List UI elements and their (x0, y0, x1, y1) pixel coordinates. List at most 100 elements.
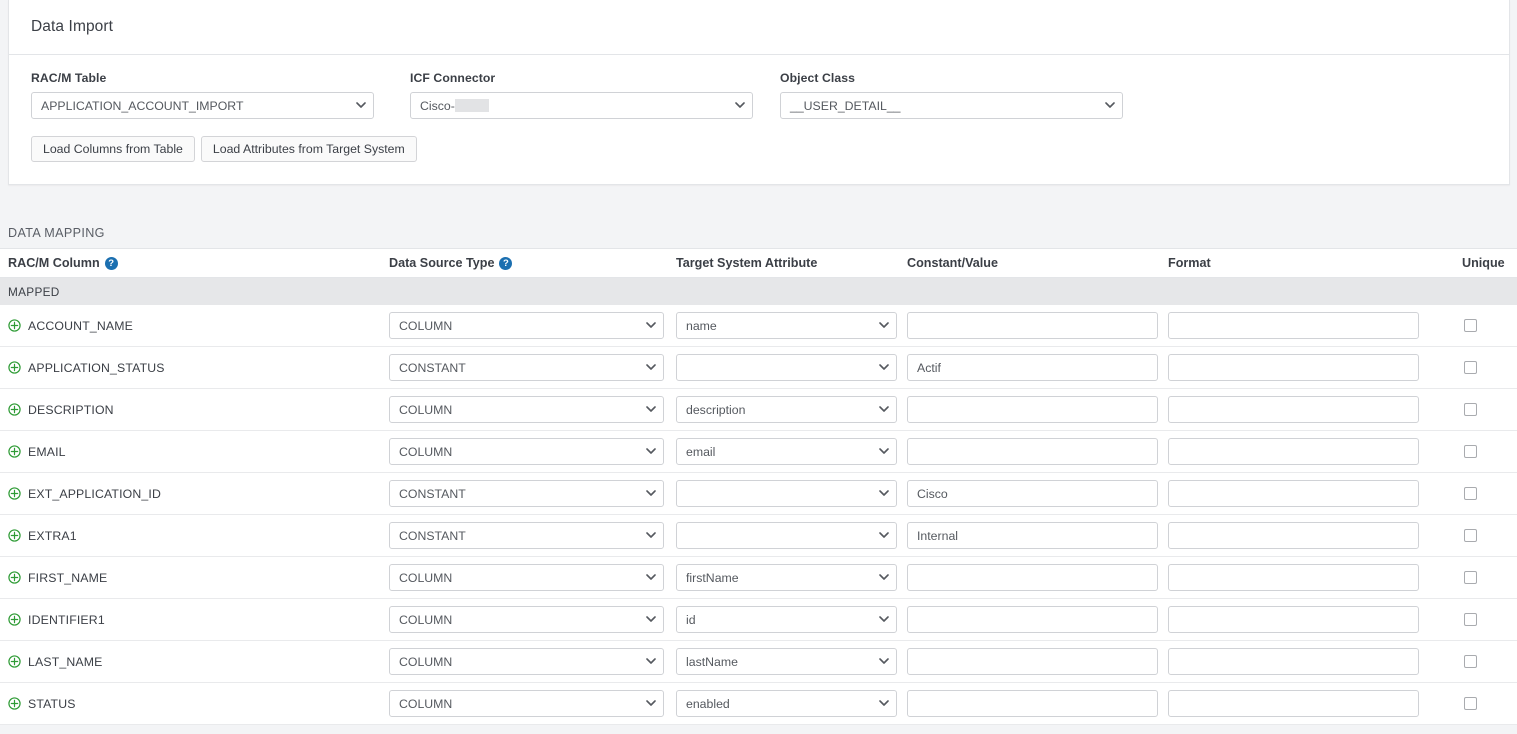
target-system-attribute-select[interactable]: lastName (676, 648, 897, 675)
help-icon[interactable]: ? (499, 256, 513, 270)
racm-column-name: EMAIL (28, 444, 66, 459)
add-row-icon[interactable] (8, 445, 21, 458)
format-input[interactable] (1168, 312, 1419, 339)
data-source-type-select[interactable]: COLUMN (389, 606, 664, 633)
data-source-type-select[interactable]: COLUMN (389, 690, 664, 717)
unique-checkbox[interactable] (1464, 697, 1477, 710)
table-row: EXTRA1 CONSTANT Internal (0, 515, 1517, 557)
unique-checkbox[interactable] (1464, 655, 1477, 668)
constant-value-input[interactable] (907, 606, 1158, 633)
field-label-object-class: Object Class (780, 71, 856, 85)
racm-column-name: ACCOUNT_NAME (28, 318, 133, 333)
header-data-source-type: Data Source Type ? (379, 256, 668, 270)
add-row-icon[interactable] (8, 655, 21, 668)
chevron-down-icon (879, 362, 889, 371)
target-system-attribute-select[interactable]: id (676, 606, 897, 633)
racm-table-select[interactable]: APPLICATION_ACCOUNT_IMPORT (31, 92, 374, 119)
unique-checkbox[interactable] (1464, 571, 1477, 584)
field-racm-table: RAC/M Table APPLICATION_ACCOUNT_IMPORT (31, 71, 410, 119)
cell-target-system-attribute: lastName (668, 648, 903, 675)
load-columns-from-table-button[interactable]: Load Columns from Table (31, 136, 195, 162)
target-system-attribute-select[interactable] (676, 480, 897, 507)
constant-value-input[interactable] (907, 438, 1158, 465)
target-system-attribute-select[interactable]: firstName (676, 564, 897, 591)
add-row-icon[interactable] (8, 697, 21, 710)
data-source-type-select[interactable]: COLUMN (389, 648, 664, 675)
cell-data-source-type: COLUMN (379, 606, 668, 633)
cell-constant-value: Actif (903, 354, 1166, 381)
chevron-down-icon (646, 362, 656, 371)
constant-value-input[interactable]: Internal (907, 522, 1158, 549)
chevron-down-icon (646, 320, 656, 329)
unique-checkbox[interactable] (1464, 319, 1477, 332)
format-input[interactable] (1168, 564, 1419, 591)
unique-checkbox[interactable] (1464, 487, 1477, 500)
cell-racm-column: DESCRIPTION (0, 403, 379, 417)
target-system-attribute-select[interactable] (676, 522, 897, 549)
cell-unique (1432, 697, 1517, 710)
format-input[interactable] (1168, 522, 1419, 549)
data-source-type-select[interactable]: CONSTANT (389, 354, 664, 381)
cell-unique (1432, 613, 1517, 626)
constant-value-input[interactable] (907, 312, 1158, 339)
data-source-type-select[interactable]: COLUMN (389, 312, 664, 339)
target-system-attribute-select[interactable]: description (676, 396, 897, 423)
unique-checkbox[interactable] (1464, 445, 1477, 458)
target-system-attribute-select[interactable]: email (676, 438, 897, 465)
format-input[interactable] (1168, 648, 1419, 675)
chevron-down-icon (646, 488, 656, 497)
format-input[interactable] (1168, 480, 1419, 507)
target-system-attribute-select[interactable] (676, 354, 897, 381)
data-source-type-value: COLUMN (399, 612, 453, 627)
icf-connector-select[interactable]: Cisco- (410, 92, 753, 119)
action-button-row: Load Columns from Table Load Attributes … (31, 136, 1487, 162)
data-source-type-select[interactable]: COLUMN (389, 396, 664, 423)
cell-data-source-type: CONSTANT (379, 480, 668, 507)
table-row: DESCRIPTION COLUMN description (0, 389, 1517, 431)
table-row: APPLICATION_STATUS CONSTANT Actif (0, 347, 1517, 389)
racm-column-name: DESCRIPTION (28, 402, 114, 417)
unique-checkbox[interactable] (1464, 361, 1477, 374)
target-system-attribute-select[interactable]: enabled (676, 690, 897, 717)
add-row-icon[interactable] (8, 613, 21, 626)
icf-connector-select-value: Cisco- (420, 98, 455, 113)
constant-value-text: Internal (917, 528, 959, 543)
add-row-icon[interactable] (8, 361, 21, 374)
add-row-icon[interactable] (8, 571, 21, 584)
mapped-group-row: MAPPED (0, 278, 1517, 305)
format-input[interactable] (1168, 606, 1419, 633)
unique-checkbox[interactable] (1464, 403, 1477, 416)
data-source-type-select[interactable]: CONSTANT (389, 522, 664, 549)
constant-value-input[interactable]: Cisco (907, 480, 1158, 507)
format-input[interactable] (1168, 690, 1419, 717)
format-input[interactable] (1168, 396, 1419, 423)
cell-constant-value (903, 438, 1166, 465)
unique-checkbox[interactable] (1464, 613, 1477, 626)
add-row-icon[interactable] (8, 529, 21, 542)
format-input[interactable] (1168, 438, 1419, 465)
target-system-attribute-select[interactable]: name (676, 312, 897, 339)
cell-racm-column: EXTRA1 (0, 529, 379, 543)
constant-value-input[interactable] (907, 564, 1158, 591)
unique-checkbox[interactable] (1464, 529, 1477, 542)
help-icon[interactable]: ? (104, 256, 118, 270)
add-row-icon[interactable] (8, 319, 21, 332)
format-input[interactable] (1168, 354, 1419, 381)
constant-value-input[interactable] (907, 396, 1158, 423)
cell-unique (1432, 361, 1517, 374)
constant-value-input[interactable] (907, 690, 1158, 717)
constant-value-input[interactable]: Actif (907, 354, 1158, 381)
chevron-down-icon (879, 572, 889, 581)
load-attributes-from-target-system-button[interactable]: Load Attributes from Target System (200, 136, 417, 162)
data-source-type-select[interactable]: COLUMN (389, 564, 664, 591)
table-header-row: RAC/M Column ? Data Source Type ? Target… (0, 248, 1517, 278)
data-source-type-select[interactable]: CONSTANT (389, 480, 664, 507)
add-row-icon[interactable] (8, 403, 21, 416)
data-mapping-table: RAC/M Column ? Data Source Type ? Target… (0, 248, 1517, 725)
constant-value-input[interactable] (907, 648, 1158, 675)
object-class-select[interactable]: __USER_DETAIL__ (780, 92, 1123, 119)
cell-data-source-type: COLUMN (379, 438, 668, 465)
constant-value-text: Actif (917, 360, 941, 375)
data-source-type-select[interactable]: COLUMN (389, 438, 664, 465)
add-row-icon[interactable] (8, 487, 21, 500)
